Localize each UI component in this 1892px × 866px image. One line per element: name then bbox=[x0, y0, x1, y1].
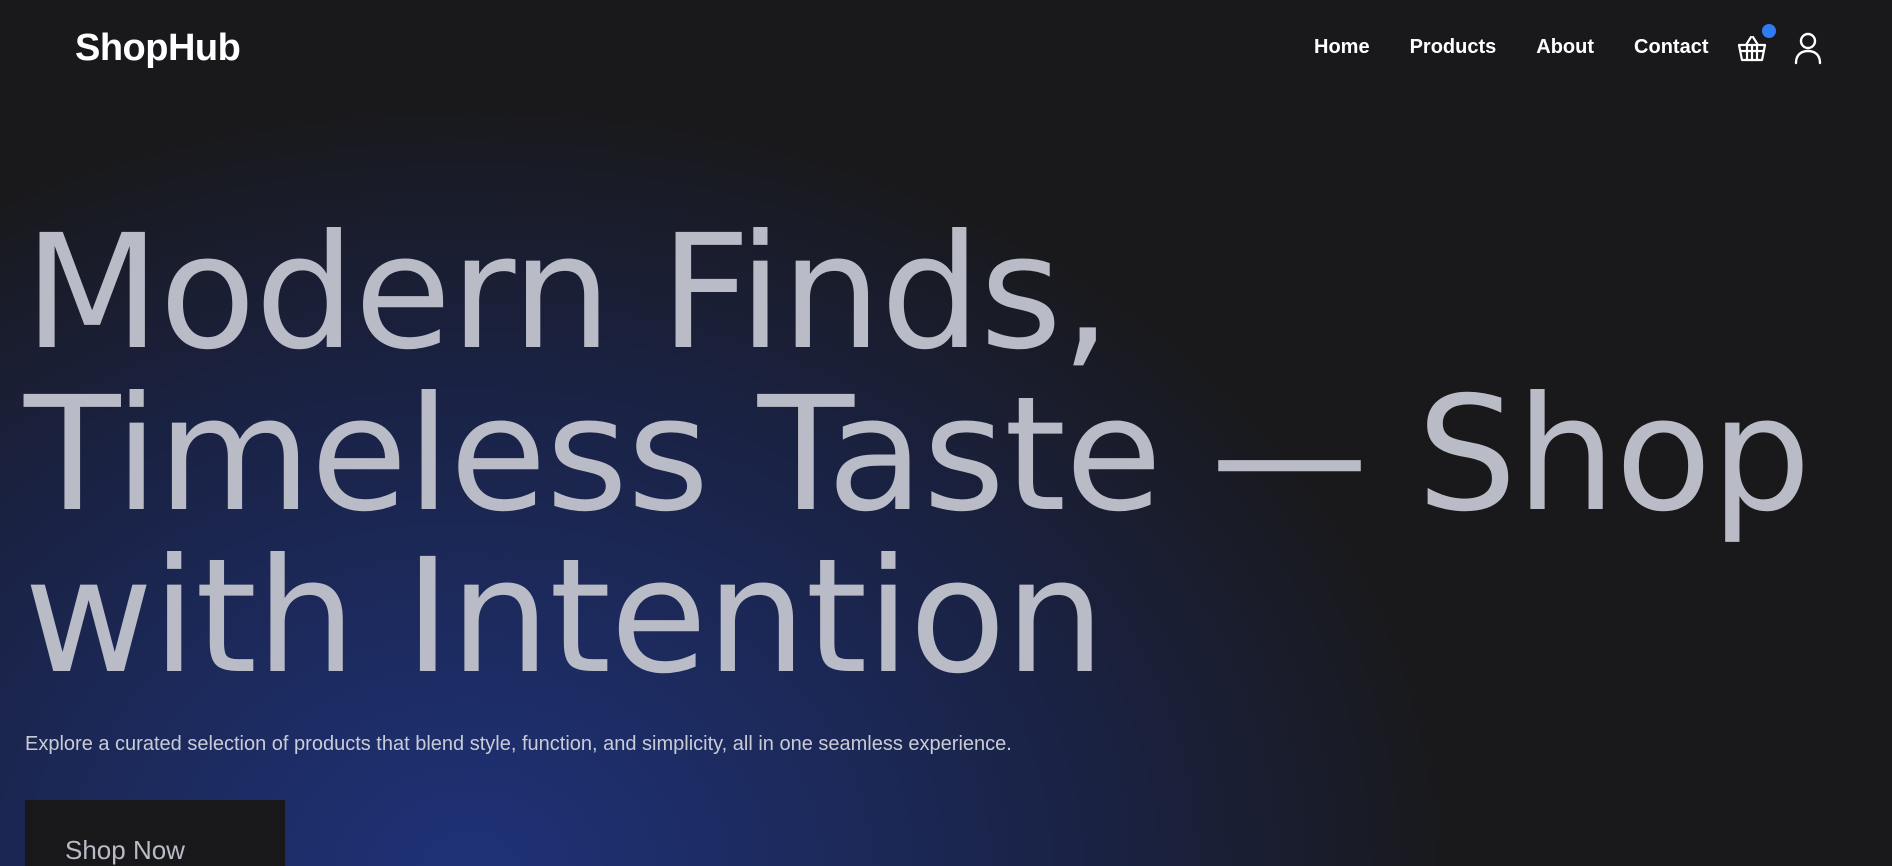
brand-logo[interactable]: ShopHub bbox=[75, 27, 241, 70]
shop-now-button[interactable]: Shop Now bbox=[25, 800, 285, 866]
user-icon bbox=[1794, 32, 1822, 65]
hero-subtitle: Explore a curated selection of products … bbox=[25, 733, 1012, 755]
basket-icon bbox=[1737, 35, 1767, 62]
nav-link-home[interactable]: Home bbox=[1314, 36, 1370, 59]
account-button[interactable] bbox=[1793, 31, 1823, 65]
cart-badge-dot bbox=[1762, 24, 1776, 38]
cart-button[interactable] bbox=[1736, 33, 1768, 65]
nav-link-about[interactable]: About bbox=[1536, 36, 1594, 59]
nav-link-products[interactable]: Products bbox=[1410, 36, 1497, 59]
main-nav: Home Products About Contact bbox=[1314, 36, 1708, 59]
landing-page: ShopHub Home Products About Contact Mode… bbox=[0, 0, 1892, 866]
hero-headline: Modern Finds, Timeless Taste — Shop with… bbox=[24, 201, 1811, 709]
top-navbar: ShopHub Home Products About Contact bbox=[0, 0, 1892, 100]
nav-link-contact[interactable]: Contact bbox=[1634, 36, 1708, 59]
